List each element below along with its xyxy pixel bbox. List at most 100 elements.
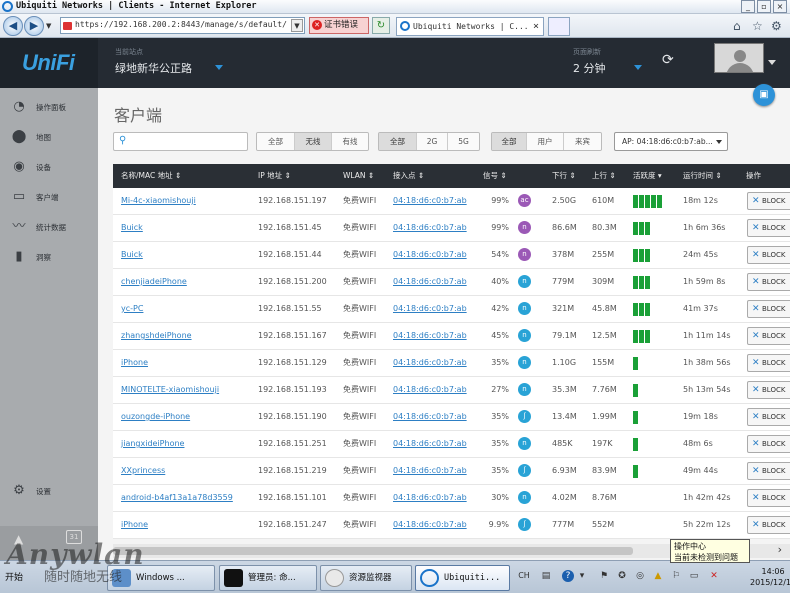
scrollbar-thumb[interactable] [113,547,633,555]
user-users-button[interactable]: 用户 [527,133,564,150]
task-cmd[interactable]: 管理员: 命... [219,565,317,591]
help-icon[interactable]: ? [562,570,574,582]
search-input[interactable]: ⚲ [113,132,248,151]
refresh-interval-selector[interactable]: 2 分钟 [573,60,606,76]
flag-icon[interactable]: ⚐ [670,570,682,582]
client-name-link[interactable]: android-b4af13a1a78d3559 [121,485,233,511]
sidebar-item-settings[interactable]: ⚙ 设置 [0,478,98,504]
favorites-icon[interactable]: ☆ [752,19,763,33]
client-ap-link[interactable]: 04:18:d6:c0:b7:ab [393,512,467,538]
task-ie[interactable]: Ubiquiti... [415,565,510,591]
task-resource-monitor[interactable]: 资源监视器 [320,565,412,591]
block-button[interactable]: ✕ BLOCK [747,516,790,534]
minimize-button[interactable]: _ [741,0,755,13]
close-button[interactable]: × [773,0,787,13]
client-name-link[interactable]: MINOTELTE-xiaomishouji [121,377,219,403]
keyboard-icon[interactable]: ▤ [540,570,552,582]
client-name-link[interactable]: ouzongde-iPhone [121,404,190,430]
start-button[interactable]: 开始 [2,569,38,587]
home-icon[interactable]: ⌂ [733,19,741,33]
sidebar-item-map[interactable]: ⬤ 地图 [0,124,98,150]
client-ap-link[interactable]: 04:18:d6:c0:b7:ab [393,377,467,403]
user-all-button[interactable]: 全部 [492,133,527,150]
user-menu-caret-icon[interactable] [768,60,776,65]
refresh-caret-icon[interactable] [634,65,642,70]
client-ap-link[interactable]: 04:18:d6:c0:b7:ab [393,323,467,349]
tab-close-icon[interactable]: × [533,18,539,35]
block-button[interactable]: ✕ BLOCK [747,273,790,291]
col-down[interactable]: 下行 ⇕ [552,164,576,188]
client-name-link[interactable]: XXprincess [121,458,165,484]
browser-tab[interactable]: Ubiquiti Networks | C... × [396,17,544,36]
client-name-link[interactable]: chenjiadeiPhone [121,269,187,295]
client-name-link[interactable]: jiangxideiPhone [121,431,184,457]
network-icon[interactable]: ⚑ [598,570,610,582]
block-button[interactable]: ✕ BLOCK [747,435,790,453]
sidebar-item-devices[interactable]: ◉ 设备 [0,154,98,180]
client-ap-link[interactable]: 04:18:d6:c0:b7:ab [393,242,467,268]
address-bar[interactable]: https://192.168.200.2:8443/manage/s/defa… [60,17,305,34]
refresh-page-button[interactable]: ↻ [372,17,390,34]
display-icon[interactable]: ▭ [688,570,700,582]
filter-all-button[interactable]: 全部 [257,133,295,150]
forward-button[interactable]: ▶ [24,16,44,36]
client-ap-link[interactable]: 04:18:d6:c0:b7:ab [393,404,467,430]
client-ap-link[interactable]: 04:18:d6:c0:b7:ab [393,269,467,295]
tray-expand-icon[interactable]: ▾ [576,570,588,582]
block-button[interactable]: ✕ BLOCK [747,219,790,237]
address-dropdown-icon[interactable]: ▼ [291,19,303,32]
cert-error-button[interactable]: ✕ 证书错误 [309,17,369,34]
sidebar-item-clients[interactable]: ▭ 客户端 [0,184,98,210]
col-ip[interactable]: IP 地址 ⇕ [258,164,291,188]
tools-gear-icon[interactable]: ⚙ [771,19,782,33]
block-button[interactable]: ✕ BLOCK [747,327,790,345]
client-ap-link[interactable]: 04:18:d6:c0:b7:ab [393,350,467,376]
client-ap-link[interactable]: 04:18:d6:c0:b7:ab [393,431,467,457]
band-all-button[interactable]: 全部 [379,133,417,150]
client-ap-link[interactable]: 04:18:d6:c0:b7:ab [393,296,467,322]
sidebar-item-insights[interactable]: ▮ 洞察 [0,244,98,270]
avatar[interactable] [714,43,764,73]
block-button[interactable]: ✕ BLOCK [747,462,790,480]
client-name-link[interactable]: zhangshdeiPhone [121,323,192,349]
site-caret-icon[interactable] [215,65,223,70]
user-guests-button[interactable]: 来宾 [564,133,601,150]
input-language[interactable]: CH [518,570,530,582]
calendar-button-icon[interactable]: ▣ [753,84,775,106]
scroll-right-icon[interactable]: › [778,543,782,556]
filter-wireless-button[interactable]: 无线 [295,133,332,150]
update-icon[interactable]: ◎ [634,570,646,582]
col-up[interactable]: 上行 ⇕ [592,164,616,188]
sidebar-item-dashboard[interactable]: ◔ 操作面板 [0,94,98,120]
client-name-link[interactable]: Mi-4c-xiaomishouji [121,188,196,214]
maximize-button[interactable]: ▫ [757,0,771,13]
new-tab-button[interactable] [548,17,570,36]
client-name-link[interactable]: Buick [121,242,143,268]
unifi-logo[interactable]: UniFi [0,38,98,88]
col-activity[interactable]: 活跃度 ▾ [633,164,662,188]
block-button[interactable]: ✕ BLOCK [747,489,790,507]
client-name-link[interactable]: iPhone [121,350,148,376]
col-ap[interactable]: 接入点 ⇕ [393,164,424,188]
client-name-link[interactable]: Buick [121,215,143,241]
col-signal[interactable]: 信号 ⇕ [483,164,507,188]
block-button[interactable]: ✕ BLOCK [747,192,790,210]
warning-icon[interactable]: ▲ [652,570,664,582]
client-ap-link[interactable]: 04:18:d6:c0:b7:ab [393,458,467,484]
client-name-link[interactable]: yc-PC [121,296,143,322]
client-ap-link[interactable]: 04:18:d6:c0:b7:ab [393,188,467,214]
col-uptime[interactable]: 运行时间 ⇕ [683,164,722,188]
ap-select[interactable]: AP: 04:18:d6:c0:b7:ab... [614,132,728,151]
band-5g-button[interactable]: 5G [448,133,479,150]
back-button[interactable]: ◀ [3,16,23,36]
sidebar-item-statistics[interactable]: 〰 统计数据 [0,214,98,240]
clock[interactable]: 14:06 2015/12/14 [750,566,790,588]
client-ap-link[interactable]: 04:18:d6:c0:b7:ab [393,215,467,241]
client-ap-link[interactable]: 04:18:d6:c0:b7:ab [393,485,467,511]
block-button[interactable]: ✕ BLOCK [747,354,790,372]
col-name[interactable]: 名称/MAC 地址 ⇕ [121,164,181,188]
security-icon[interactable]: ✪ [616,570,628,582]
col-wlan[interactable]: WLAN ⇕ [343,164,374,188]
volume-icon[interactable]: ✕ [708,570,720,582]
nav-dropdown-icon[interactable]: ▼ [46,22,51,30]
